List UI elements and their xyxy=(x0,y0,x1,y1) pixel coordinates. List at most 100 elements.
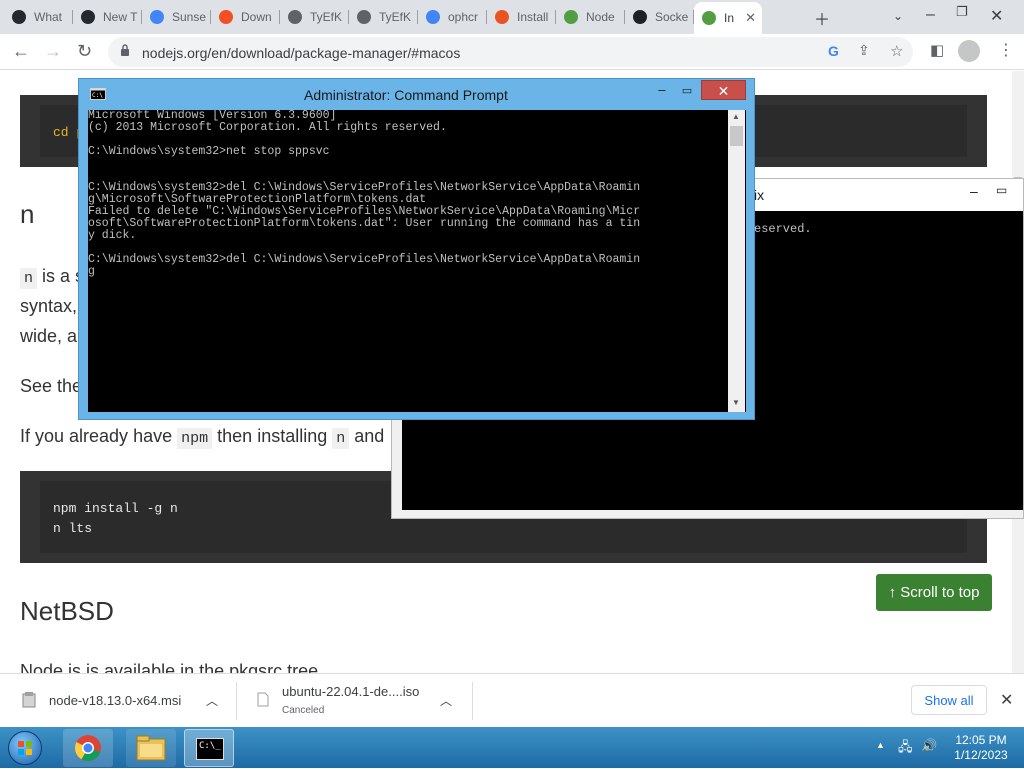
share-icon[interactable]: ⇪ xyxy=(858,42,870,59)
background-window-title: ix xyxy=(754,187,765,203)
chrome-taskbar-icon[interactable] xyxy=(63,729,113,767)
tab-8[interactable]: Node xyxy=(556,4,625,30)
paragraph-see-the: See the xyxy=(20,376,83,396)
cmd-line: C:\Windows\system32>del C:\Windows\Servi… xyxy=(88,253,641,266)
github-icon xyxy=(12,10,26,24)
code-line: n lts xyxy=(53,521,93,536)
paragraph-install-n: If you already have npm then installing … xyxy=(20,426,384,449)
inline-code-n: n xyxy=(332,428,350,449)
back-icon[interactable]: ← xyxy=(12,42,30,60)
cmd-output: Microsoft Windows [Version 6.3.9600] (c) … xyxy=(88,110,640,278)
scroll-down-arrow-icon[interactable]: ▼ xyxy=(732,398,740,407)
paragraph-n-line2: syntax, xyxy=(20,296,78,316)
code-line: npm install -g n xyxy=(53,501,178,516)
download-item[interactable]: ubuntu-22.04.1-de....iso Canceled ︿ xyxy=(237,674,472,728)
close-tab-icon[interactable]: ✕ xyxy=(745,10,756,26)
scroll-up-arrow-icon[interactable]: ▲ xyxy=(732,112,740,121)
tab-search-chevron-icon[interactable]: ⌄ xyxy=(893,9,903,23)
cmd-taskbar-icon[interactable]: C:\_ xyxy=(184,729,234,767)
download-item[interactable]: node-v18.13.0-x64.msi ︿ xyxy=(0,674,235,728)
background-minimize-button[interactable]: – xyxy=(970,183,978,199)
cmd-line: osoft\SoftwareProtectionPlatform\tokens.… xyxy=(88,217,641,230)
nodejs-icon xyxy=(564,10,578,24)
tab-0[interactable]: What xyxy=(4,4,73,30)
clock-date: 1/12/2023 xyxy=(954,748,1008,762)
inline-code-n: n xyxy=(20,268,38,289)
heading-n: n xyxy=(20,199,35,229)
tab-3[interactable]: Down xyxy=(211,4,280,30)
tab-2[interactable]: Sunse xyxy=(142,4,211,30)
url-text[interactable]: nodejs.org/en/download/package-manager/#… xyxy=(142,45,460,61)
menu-kebab-icon[interactable]: ⋮ xyxy=(998,42,1014,60)
cmd-line xyxy=(88,158,640,170)
show-all-downloads-button[interactable]: Show all xyxy=(911,685,987,715)
tab-1[interactable]: New T xyxy=(73,4,142,30)
tab-6[interactable]: ophcr xyxy=(418,4,487,30)
socket-icon xyxy=(633,10,647,24)
clock-time: 12:05 PM xyxy=(955,733,1007,747)
cmd-window-title: Administrator: Command Prompt xyxy=(304,87,508,103)
svg-text:C:\: C:\ xyxy=(92,92,103,99)
tab-label: What xyxy=(34,10,63,24)
forward-icon[interactable]: → xyxy=(44,42,62,60)
close-window-button[interactable]: ✕ xyxy=(990,6,1003,26)
tab-7[interactable]: Install xyxy=(487,4,556,30)
address-bar[interactable]: nodejs.org/en/download/package-manager/#… xyxy=(108,37,913,67)
new-tab-button[interactable]: ＋ xyxy=(814,6,830,30)
google-translate-icon[interactable]: G xyxy=(828,43,839,59)
google-icon xyxy=(426,10,440,24)
tab-label: ophcr xyxy=(448,10,479,24)
paragraph-n-line1: n is a s xyxy=(20,266,84,289)
start-button-windows-icon[interactable] xyxy=(8,731,42,765)
file-icon xyxy=(257,692,269,707)
file-explorer-taskbar-icon[interactable] xyxy=(126,729,176,767)
cmd-scroll-thumb[interactable] xyxy=(730,126,743,146)
network-icon[interactable]: 🖧 xyxy=(898,738,913,760)
close-downloads-bar-icon[interactable]: ✕ xyxy=(1000,690,1013,710)
tab-label: In xyxy=(724,11,735,25)
tab-9[interactable]: Socke xyxy=(625,4,694,30)
background-maximize-button[interactable]: ▭ xyxy=(996,183,1007,197)
msi-file-icon xyxy=(22,692,36,708)
cmd-line: y dick. xyxy=(88,229,137,242)
inline-code-npm: npm xyxy=(177,428,213,449)
background-console-text: eserved. xyxy=(754,222,812,236)
cmd-maximize-button[interactable]: ▭ xyxy=(680,84,694,102)
heading-netbsd: NetBSD xyxy=(20,596,114,626)
download-options-chevron-icon[interactable]: ︿ xyxy=(206,692,218,709)
download-filename: node-v18.13.0-x64.msi xyxy=(49,693,182,708)
show-hidden-icons-icon[interactable]: ▲ xyxy=(876,740,885,750)
volume-icon[interactable]: 🔊 xyxy=(921,738,937,754)
windows-icon xyxy=(219,10,233,24)
browser-toolbar: ← → ↻ nodejs.org/en/download/package-man… xyxy=(0,34,1024,70)
tab-strip: What New T Sunse Down TyEfK TyEfK ophcr Install… xyxy=(0,0,1024,34)
cmd-icon: C:\ xyxy=(90,88,106,100)
tab-label: Node xyxy=(586,10,615,24)
tab-5[interactable]: TyEfK xyxy=(349,4,418,30)
bookmark-star-icon[interactable]: ☆ xyxy=(890,42,903,60)
cmd-close-button[interactable]: ✕ xyxy=(701,80,746,100)
command-prompt-window[interactable]: C:\ Administrator: Command Prompt – ▭ ✕ … xyxy=(78,78,755,420)
profile-avatar[interactable] xyxy=(958,40,980,62)
tab-label: Down xyxy=(241,10,272,24)
cmd-minimize-button[interactable]: – xyxy=(655,82,669,100)
minimize-window-button[interactable]: – xyxy=(926,6,935,24)
side-panel-icon[interactable]: ◧ xyxy=(930,42,944,60)
tab-4[interactable]: TyEfK xyxy=(280,4,349,30)
github-icon xyxy=(81,10,95,24)
paragraph-n-line3: wide, a xyxy=(20,326,78,346)
download-options-chevron-icon[interactable]: ︿ xyxy=(440,692,452,709)
tab-10[interactable]: In ✕ xyxy=(694,2,762,34)
download-status: Canceled xyxy=(282,705,325,716)
taskbar-clock[interactable]: 12:05 PM 1/12/2023 xyxy=(948,733,1014,763)
restore-window-button[interactable]: ❐ xyxy=(956,4,968,20)
globe-icon xyxy=(288,10,302,24)
download-filename: ubuntu-22.04.1-de....iso xyxy=(282,684,420,699)
reload-icon[interactable]: ↻ xyxy=(77,42,92,60)
scroll-to-top-button[interactable]: ↑ Scroll to top xyxy=(876,574,992,611)
cmd-scrollbar[interactable]: ▲ ▼ xyxy=(728,110,745,412)
lock-icon xyxy=(121,44,129,56)
windows-taskbar: C:\_ ▲ 🖧 🔊 12:05 PM 1/12/2023 xyxy=(0,727,1024,768)
ubuntu-icon xyxy=(495,10,509,24)
cmd-console-area[interactable]: Microsoft Windows [Version 6.3.9600] (c) … xyxy=(88,110,746,412)
